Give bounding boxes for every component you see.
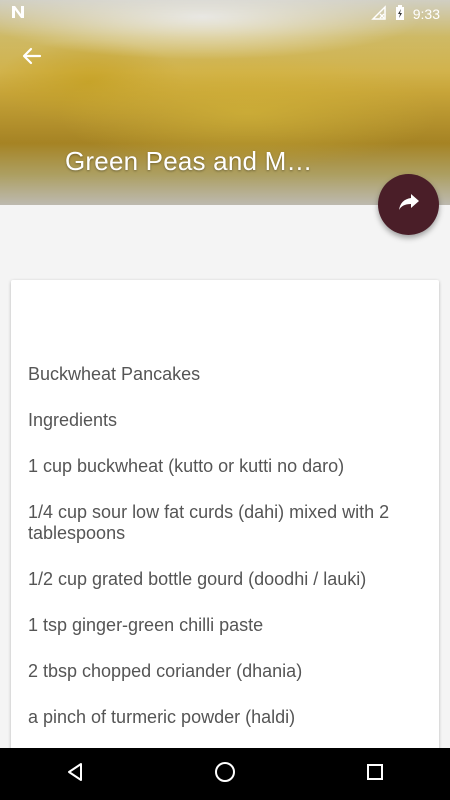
share-arrow-icon xyxy=(398,192,420,217)
nav-recents-button[interactable] xyxy=(351,750,399,798)
status-time: 9:33 xyxy=(412,6,440,22)
recents-square-icon xyxy=(365,762,385,787)
recipe-line: 1/4 cup sour low fat curds (dahi) mixed … xyxy=(28,502,390,543)
share-button[interactable] xyxy=(378,174,439,235)
no-signal-icon xyxy=(370,4,387,24)
recipe-text: Buckwheat Pancakes Ingredients 1 cup buc… xyxy=(28,364,428,753)
recipe-line: 2 tbsp chopped coriander (dhania) xyxy=(28,661,303,681)
system-nav-bar xyxy=(0,748,450,800)
status-bar: 9:33 xyxy=(0,0,450,28)
home-circle-icon xyxy=(214,761,236,788)
nav-back-button[interactable] xyxy=(51,750,99,798)
recipe-line: a pinch of turmeric powder (haldi) xyxy=(28,707,296,727)
recipe-line: Buckwheat Pancakes xyxy=(28,364,201,384)
battery-charging-icon xyxy=(395,4,405,24)
recipe-line: 1 cup buckwheat (kutto or kutti no daro) xyxy=(28,456,345,476)
recipe-line: 1 tsp ginger-green chilli paste xyxy=(28,615,264,635)
notification-n-icon xyxy=(10,4,26,25)
nav-home-button[interactable] xyxy=(201,750,249,798)
back-triangle-icon xyxy=(65,762,85,787)
recipe-line: Ingredients xyxy=(28,410,118,430)
recipe-card: Buckwheat Pancakes Ingredients 1 cup buc… xyxy=(11,280,439,760)
arrow-left-icon xyxy=(22,46,42,71)
back-button[interactable] xyxy=(16,42,48,74)
recipe-line: 1/2 cup grated bottle gourd (doodhi / la… xyxy=(28,569,367,589)
page-title: Green Peas and M… xyxy=(65,146,313,176)
